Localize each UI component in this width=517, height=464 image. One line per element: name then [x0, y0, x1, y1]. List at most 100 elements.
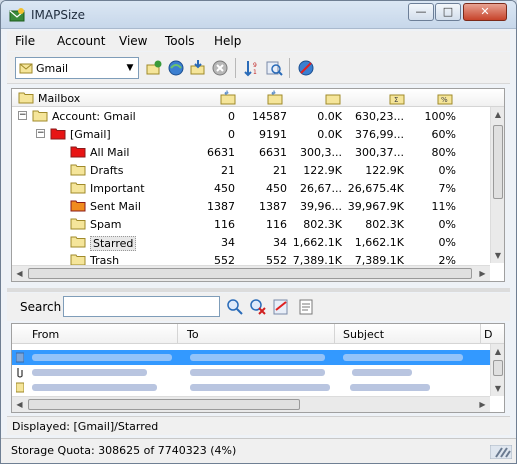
- refresh-icon[interactable]: [167, 59, 185, 77]
- message-row[interactable]: [12, 380, 490, 395]
- message-row[interactable]: [12, 365, 490, 380]
- folder-name[interactable]: [Gmail]: [70, 128, 111, 141]
- toolbar-separator: [235, 58, 236, 78]
- scroll-up-icon[interactable]: ▲: [491, 107, 504, 122]
- tree-row[interactable]: Starred 34 34 1,662.1K 1,662.1K 0%: [12, 233, 490, 251]
- folder-stat-c2: 6631: [259, 146, 287, 159]
- folder-stat-c4: 630,23...: [355, 110, 404, 123]
- total-size-icon[interactable]: Σ: [389, 90, 405, 105]
- folder-icon: [32, 110, 48, 122]
- column-divider[interactable]: [334, 324, 335, 344]
- tree-row[interactable]: Spam 116 116 802.3K 802.3K 0%: [12, 215, 490, 233]
- status-bar-displayed: Displayed: [Gmail]/Starred: [7, 416, 510, 435]
- svg-text:%: %: [441, 96, 448, 104]
- scroll-thumb[interactable]: [28, 399, 300, 410]
- mailbox-tree: Mailbox # # Σ % − Account: Gmail 0 14587 0.0…: [11, 88, 505, 282]
- collapse-icon[interactable]: −: [36, 129, 45, 138]
- close-button[interactable]: ✕: [463, 3, 507, 21]
- column-header-from[interactable]: From: [32, 328, 59, 341]
- scroll-thumb[interactable]: [493, 125, 503, 199]
- collapse-icon[interactable]: −: [18, 111, 27, 120]
- folder-stat-c4: 802.3K: [365, 218, 404, 231]
- scroll-right-icon[interactable]: ▶: [475, 266, 490, 281]
- folder-stat-c2: 116: [266, 218, 287, 231]
- tree-vertical-scrollbar[interactable]: ▲ ▼: [490, 107, 504, 263]
- search-input[interactable]: [63, 296, 220, 317]
- connect-icon[interactable]: [145, 59, 163, 77]
- column-header-subject[interactable]: Subject: [343, 328, 384, 341]
- pane-splitter[interactable]: [7, 288, 510, 292]
- folder-icon: [50, 128, 66, 140]
- stop-icon[interactable]: [211, 59, 229, 77]
- column-header-date[interactable]: D: [484, 328, 492, 341]
- search-options-icon[interactable]: [272, 298, 290, 316]
- scroll-thumb[interactable]: [493, 360, 503, 376]
- status-bar-quota: Storage Quota: 308625 of 7740323 (4%): [1, 438, 516, 463]
- app-window: IMAPSize — □ ✕ File Account View Tools H…: [0, 0, 517, 464]
- folder-name[interactable]: Spam: [90, 218, 121, 231]
- menu-view[interactable]: View: [119, 34, 147, 48]
- folder-icon: [70, 200, 86, 212]
- download-icon[interactable]: [189, 59, 207, 77]
- tree-row[interactable]: − [Gmail] 0 9191 0.0K 376,99... 60%: [12, 125, 490, 143]
- scroll-down-icon[interactable]: ▼: [491, 248, 504, 263]
- scroll-thumb[interactable]: [28, 268, 472, 279]
- column-divider[interactable]: [177, 324, 178, 344]
- resize-grip-icon[interactable]: [490, 445, 512, 459]
- unread-messages-icon[interactable]: #: [220, 90, 236, 105]
- folder-stat-c2: 21: [273, 164, 287, 177]
- storage-quota-text: Storage Quota: 308625 of 7740323 (4%): [11, 444, 237, 457]
- tree-horizontal-scrollbar[interactable]: ◀ ▶: [12, 265, 490, 281]
- tree-row[interactable]: − Account: Gmail 0 14587 0.0K 630,23... 100%: [12, 107, 490, 125]
- folder-stat-c5: 0%: [438, 164, 456, 177]
- scroll-down-icon[interactable]: ▼: [491, 381, 504, 396]
- maximize-button[interactable]: □: [435, 3, 461, 21]
- column-header-mailbox[interactable]: Mailbox: [38, 92, 80, 105]
- total-messages-icon[interactable]: #: [267, 90, 283, 105]
- percentage-icon[interactable]: %: [437, 90, 453, 105]
- attachment-icon: [17, 368, 23, 378]
- folder-stat-c2: 1387: [259, 200, 287, 213]
- message-icon: [16, 352, 24, 363]
- sort-icon[interactable]: 91: [243, 59, 261, 77]
- tree-row[interactable]: Important 450 450 26,67... 26,675.4K 7%: [12, 179, 490, 197]
- column-header-to[interactable]: To: [187, 328, 199, 341]
- menu-file[interactable]: File: [15, 34, 35, 48]
- search-icon[interactable]: [265, 59, 283, 77]
- folder-name[interactable]: All Mail: [90, 146, 129, 159]
- message-list-header: From To Subject D: [12, 324, 504, 344]
- message-horizontal-scrollbar[interactable]: ◀ ▶: [12, 396, 490, 412]
- menu-bar: File Account View Tools Help: [7, 31, 510, 51]
- folder-name[interactable]: Sent Mail: [90, 200, 141, 213]
- column-divider[interactable]: [480, 324, 481, 344]
- scroll-right-icon[interactable]: ▶: [475, 397, 490, 412]
- folder-name[interactable]: Starred: [90, 236, 137, 251]
- menu-account[interactable]: Account: [57, 34, 105, 48]
- folder-name[interactable]: Account: Gmail: [52, 110, 136, 123]
- message-vertical-scrollbar[interactable]: ▲ ▼: [490, 344, 504, 396]
- search-results-icon[interactable]: [297, 298, 315, 316]
- scroll-up-icon[interactable]: ▲: [491, 344, 504, 359]
- account-select-value: Gmail: [36, 62, 69, 75]
- tree-row[interactable]: All Mail 6631 6631 300,3... 300,37... 80%: [12, 143, 490, 161]
- tree-row[interactable]: Drafts 21 21 122.9K 122.9K 0%: [12, 161, 490, 179]
- menu-tools[interactable]: Tools: [165, 34, 195, 48]
- search-go-icon[interactable]: [226, 298, 244, 316]
- folder-stat-c4: 39,967.9K: [347, 200, 404, 213]
- svg-text:9: 9: [253, 62, 257, 69]
- folder-name[interactable]: Drafts: [90, 164, 123, 177]
- folder-stat-c5: 0%: [438, 236, 456, 249]
- minimize-button[interactable]: —: [408, 3, 434, 21]
- folder-size-icon[interactable]: [325, 90, 341, 105]
- menu-help[interactable]: Help: [214, 34, 241, 48]
- search-clear-icon[interactable]: [249, 298, 267, 316]
- account-select[interactable]: Gmail ▼: [15, 57, 139, 79]
- folder-name[interactable]: Important: [90, 182, 145, 195]
- chevron-down-icon[interactable]: ▼: [123, 59, 137, 77]
- wizard-icon[interactable]: [297, 59, 315, 77]
- scroll-left-icon[interactable]: ◀: [12, 397, 27, 412]
- folder-stat-c2: 34: [273, 236, 287, 249]
- scroll-left-icon[interactable]: ◀: [12, 266, 27, 281]
- message-row[interactable]: [12, 350, 490, 365]
- tree-row[interactable]: Sent Mail 1387 1387 39,96... 39,967.9K 11%: [12, 197, 490, 215]
